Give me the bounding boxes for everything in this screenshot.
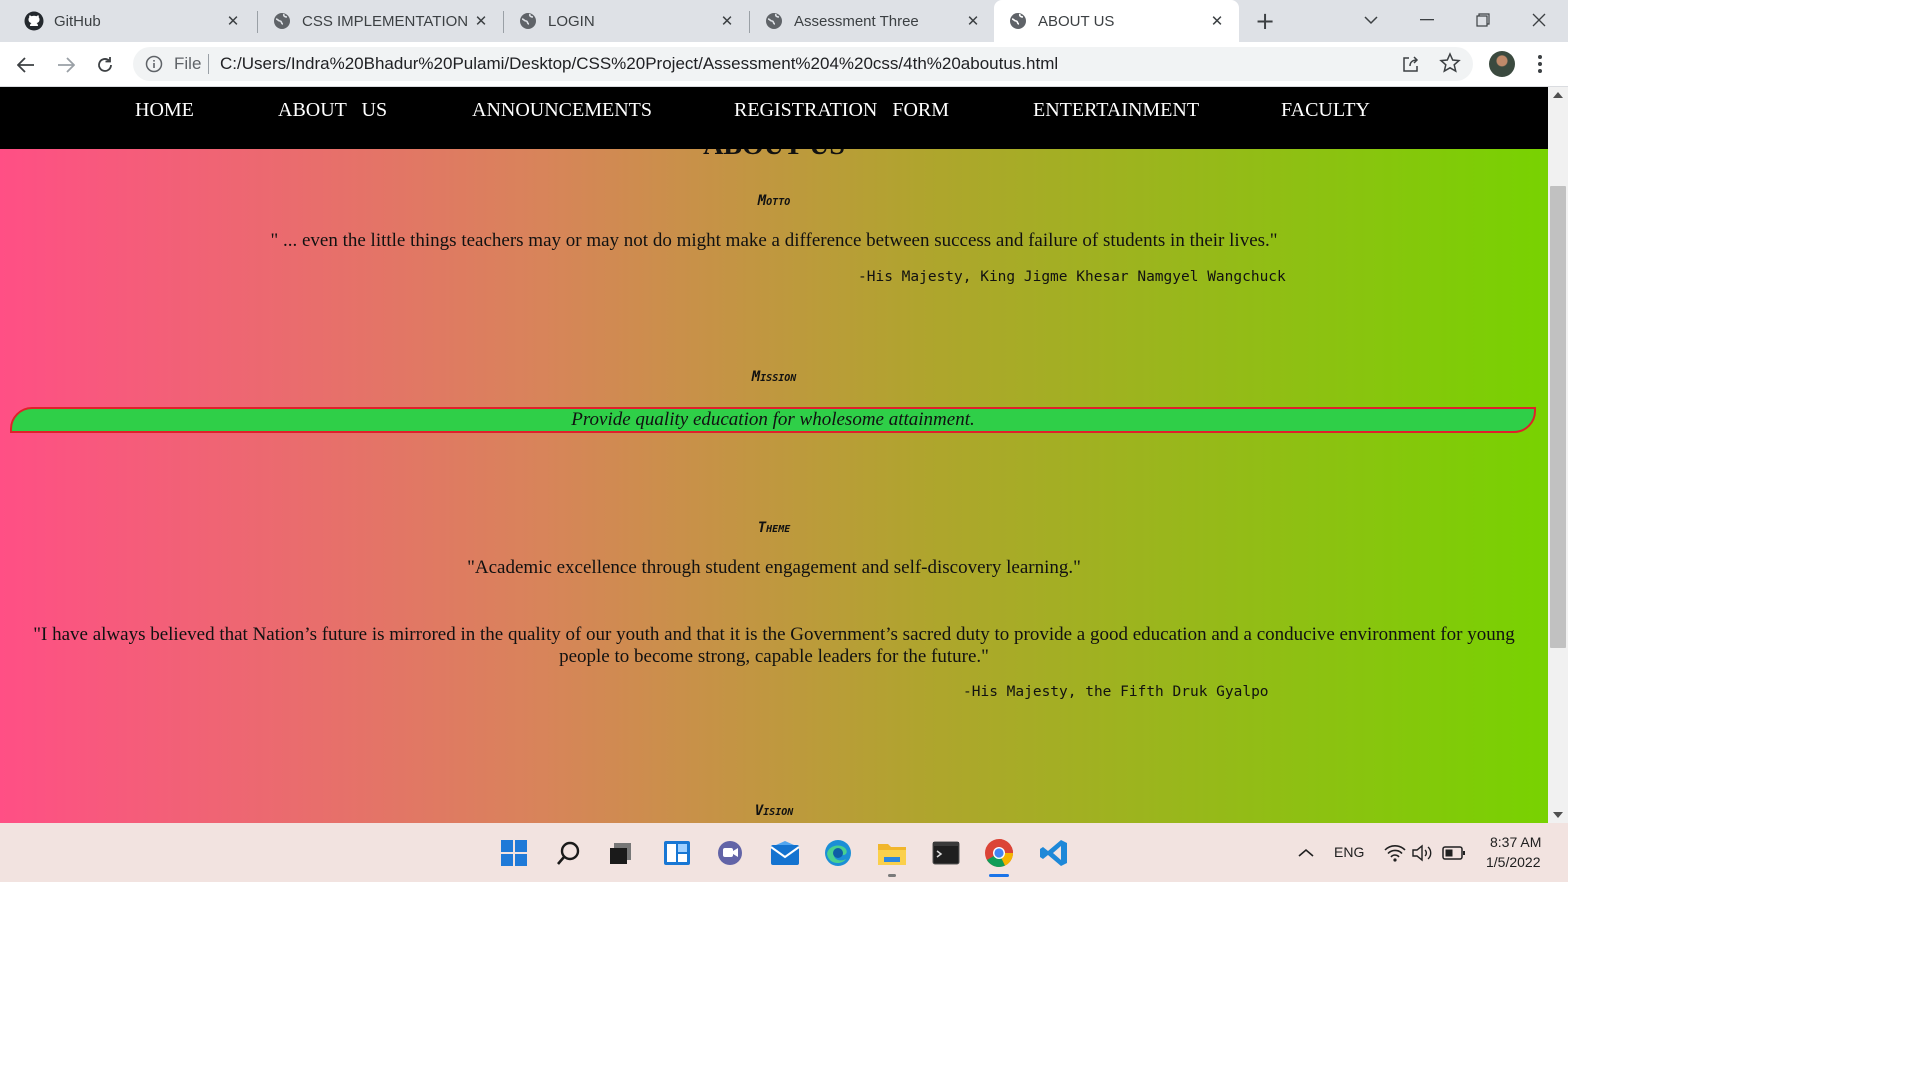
close-icon[interactable]: ✕ — [717, 11, 737, 31]
mail-icon[interactable] — [769, 837, 801, 869]
tab-search-button[interactable] — [1356, 6, 1386, 34]
theme-attribution: -His Majesty, the Fifth Druk Gyalpo — [963, 684, 1269, 700]
tab-assessment-three[interactable]: Assessment Three ✕ — [750, 0, 995, 42]
language-indicator[interactable]: ENG — [1334, 844, 1364, 860]
mission-banner: Provide quality education for wholesome … — [10, 407, 1536, 433]
edge-icon[interactable] — [822, 837, 854, 869]
clock-time[interactable]: 8:37 AM — [1490, 834, 1541, 850]
back-button[interactable] — [10, 49, 42, 81]
arrow-right-icon — [58, 57, 75, 73]
motto-quote: " ... even the little things teachers ma… — [270, 230, 1278, 251]
globe-icon — [1008, 11, 1028, 31]
arrow-left-icon — [17, 57, 34, 73]
nav-home[interactable]: HOME — [135, 99, 194, 122]
tab-login[interactable]: LOGIN ✕ — [504, 0, 749, 42]
taskbar: ENG 8:37 AM 1/5/2022 — [0, 823, 1568, 882]
start-icon[interactable] — [498, 837, 530, 869]
motto-heading: Motto — [757, 193, 791, 209]
task-view-icon[interactable] — [605, 837, 637, 869]
address-bar[interactable]: File C:/Users/Indra%20Bhadur%20Pulami/De… — [133, 47, 1473, 81]
page-scrollbar[interactable] — [1548, 87, 1568, 823]
star-icon[interactable] — [1439, 52, 1461, 74]
wifi-icon[interactable] — [1381, 837, 1409, 869]
chevron-down-icon — [1364, 16, 1378, 25]
restore-button[interactable] — [1468, 6, 1498, 34]
forward-button[interactable] — [50, 49, 82, 81]
profile-avatar[interactable] — [1489, 51, 1515, 77]
vision-heading: Vision — [754, 803, 794, 819]
tab-github[interactable]: GitHub ✕ — [10, 0, 255, 42]
search-icon[interactable] — [553, 837, 585, 869]
minimize-icon — [1420, 19, 1434, 21]
tab-about-us[interactable]: ABOUT US ✕ — [994, 0, 1239, 42]
kebab-dot — [1538, 55, 1542, 59]
theme-heading: Theme — [757, 520, 791, 536]
scheme-label: File — [174, 54, 202, 73]
vscode-icon[interactable] — [1038, 837, 1070, 869]
nav-about-us[interactable]: ABOUT US — [278, 99, 387, 122]
globe-icon — [272, 11, 292, 31]
theme-quote: "Academic excellence through student eng… — [467, 557, 1081, 578]
mission-heading: Mission — [751, 369, 797, 385]
tab-title: CSS IMPLEMENTATION — [302, 12, 469, 30]
close-icon[interactable]: ✕ — [1207, 11, 1227, 31]
theme-long-quote: "I have always believed that Nation’s fu… — [33, 624, 1515, 667]
menu-button[interactable] — [1532, 51, 1548, 77]
volume-icon[interactable] — [1408, 837, 1436, 869]
file-explorer-icon[interactable] — [876, 837, 908, 869]
show-hidden-icons-chevron-up-icon[interactable] — [1290, 837, 1322, 869]
tab-title: Assessment Three — [794, 12, 919, 30]
nav-announcements[interactable]: ANNOUNCEMENTS — [472, 99, 652, 122]
kebab-dot — [1538, 62, 1542, 66]
battery-icon[interactable] — [1440, 837, 1468, 869]
share-icon[interactable] — [1401, 54, 1421, 74]
close-icon — [1532, 13, 1546, 27]
browser-toolbar: File C:/Users/Indra%20Bhadur%20Pulami/De… — [0, 42, 1568, 87]
omnibox-divider — [208, 54, 209, 74]
tab-title: LOGIN — [548, 12, 595, 30]
info-icon[interactable] — [145, 55, 163, 73]
reload-icon — [98, 57, 112, 72]
scroll-down-arrow-icon[interactable] — [1553, 812, 1563, 818]
site-nav: HOME ABOUT US ANNOUNCEMENTS REGISTRATION… — [0, 87, 1548, 149]
scroll-up-arrow-icon[interactable] — [1553, 92, 1563, 98]
minimize-button[interactable] — [1412, 6, 1442, 34]
tab-strip: GitHub ✕ CSS IMPLEMENTATION ✕ LOGIN ✕ As… — [0, 0, 1568, 42]
new-tab-button[interactable]: + — [1252, 7, 1278, 35]
kebab-dot — [1538, 69, 1542, 73]
restore-icon — [1476, 13, 1490, 27]
github-icon — [24, 11, 44, 31]
chrome-icon[interactable] — [983, 837, 1015, 869]
globe-icon — [764, 11, 784, 31]
clock-date[interactable]: 1/5/2022 — [1486, 854, 1541, 870]
tab-css-implementation[interactable]: CSS IMPLEMENTATION ✕ — [258, 0, 503, 42]
active-indicator — [989, 874, 1009, 877]
globe-icon — [518, 11, 538, 31]
tab-title: ABOUT US — [1038, 12, 1115, 30]
close-icon[interactable]: ✕ — [963, 11, 983, 31]
nav-registration-form[interactable]: REGISTRATION FORM — [734, 99, 949, 122]
reload-button[interactable] — [89, 49, 121, 81]
chat-icon[interactable] — [714, 837, 746, 869]
close-icon[interactable]: ✕ — [223, 11, 243, 31]
motto-attribution: -His Majesty, King Jigme Khesar Namgyel … — [858, 269, 1286, 285]
running-indicator — [888, 874, 896, 877]
close-window-button[interactable] — [1524, 6, 1554, 34]
nav-entertainment[interactable]: ENTERTAINMENT — [1033, 99, 1199, 122]
widgets-icon[interactable] — [661, 837, 693, 869]
page-viewport: HOME ABOUT US ANNOUNCEMENTS REGISTRATION… — [0, 87, 1548, 823]
url-text[interactable]: C:/Users/Indra%20Bhadur%20Pulami/Desktop… — [220, 54, 1058, 74]
scroll-thumb[interactable] — [1550, 186, 1566, 648]
tab-title: GitHub — [54, 12, 101, 30]
nav-faculty[interactable]: FACULTY — [1281, 99, 1370, 122]
close-icon[interactable]: ✕ — [471, 11, 491, 31]
terminal-icon[interactable] — [930, 837, 962, 869]
